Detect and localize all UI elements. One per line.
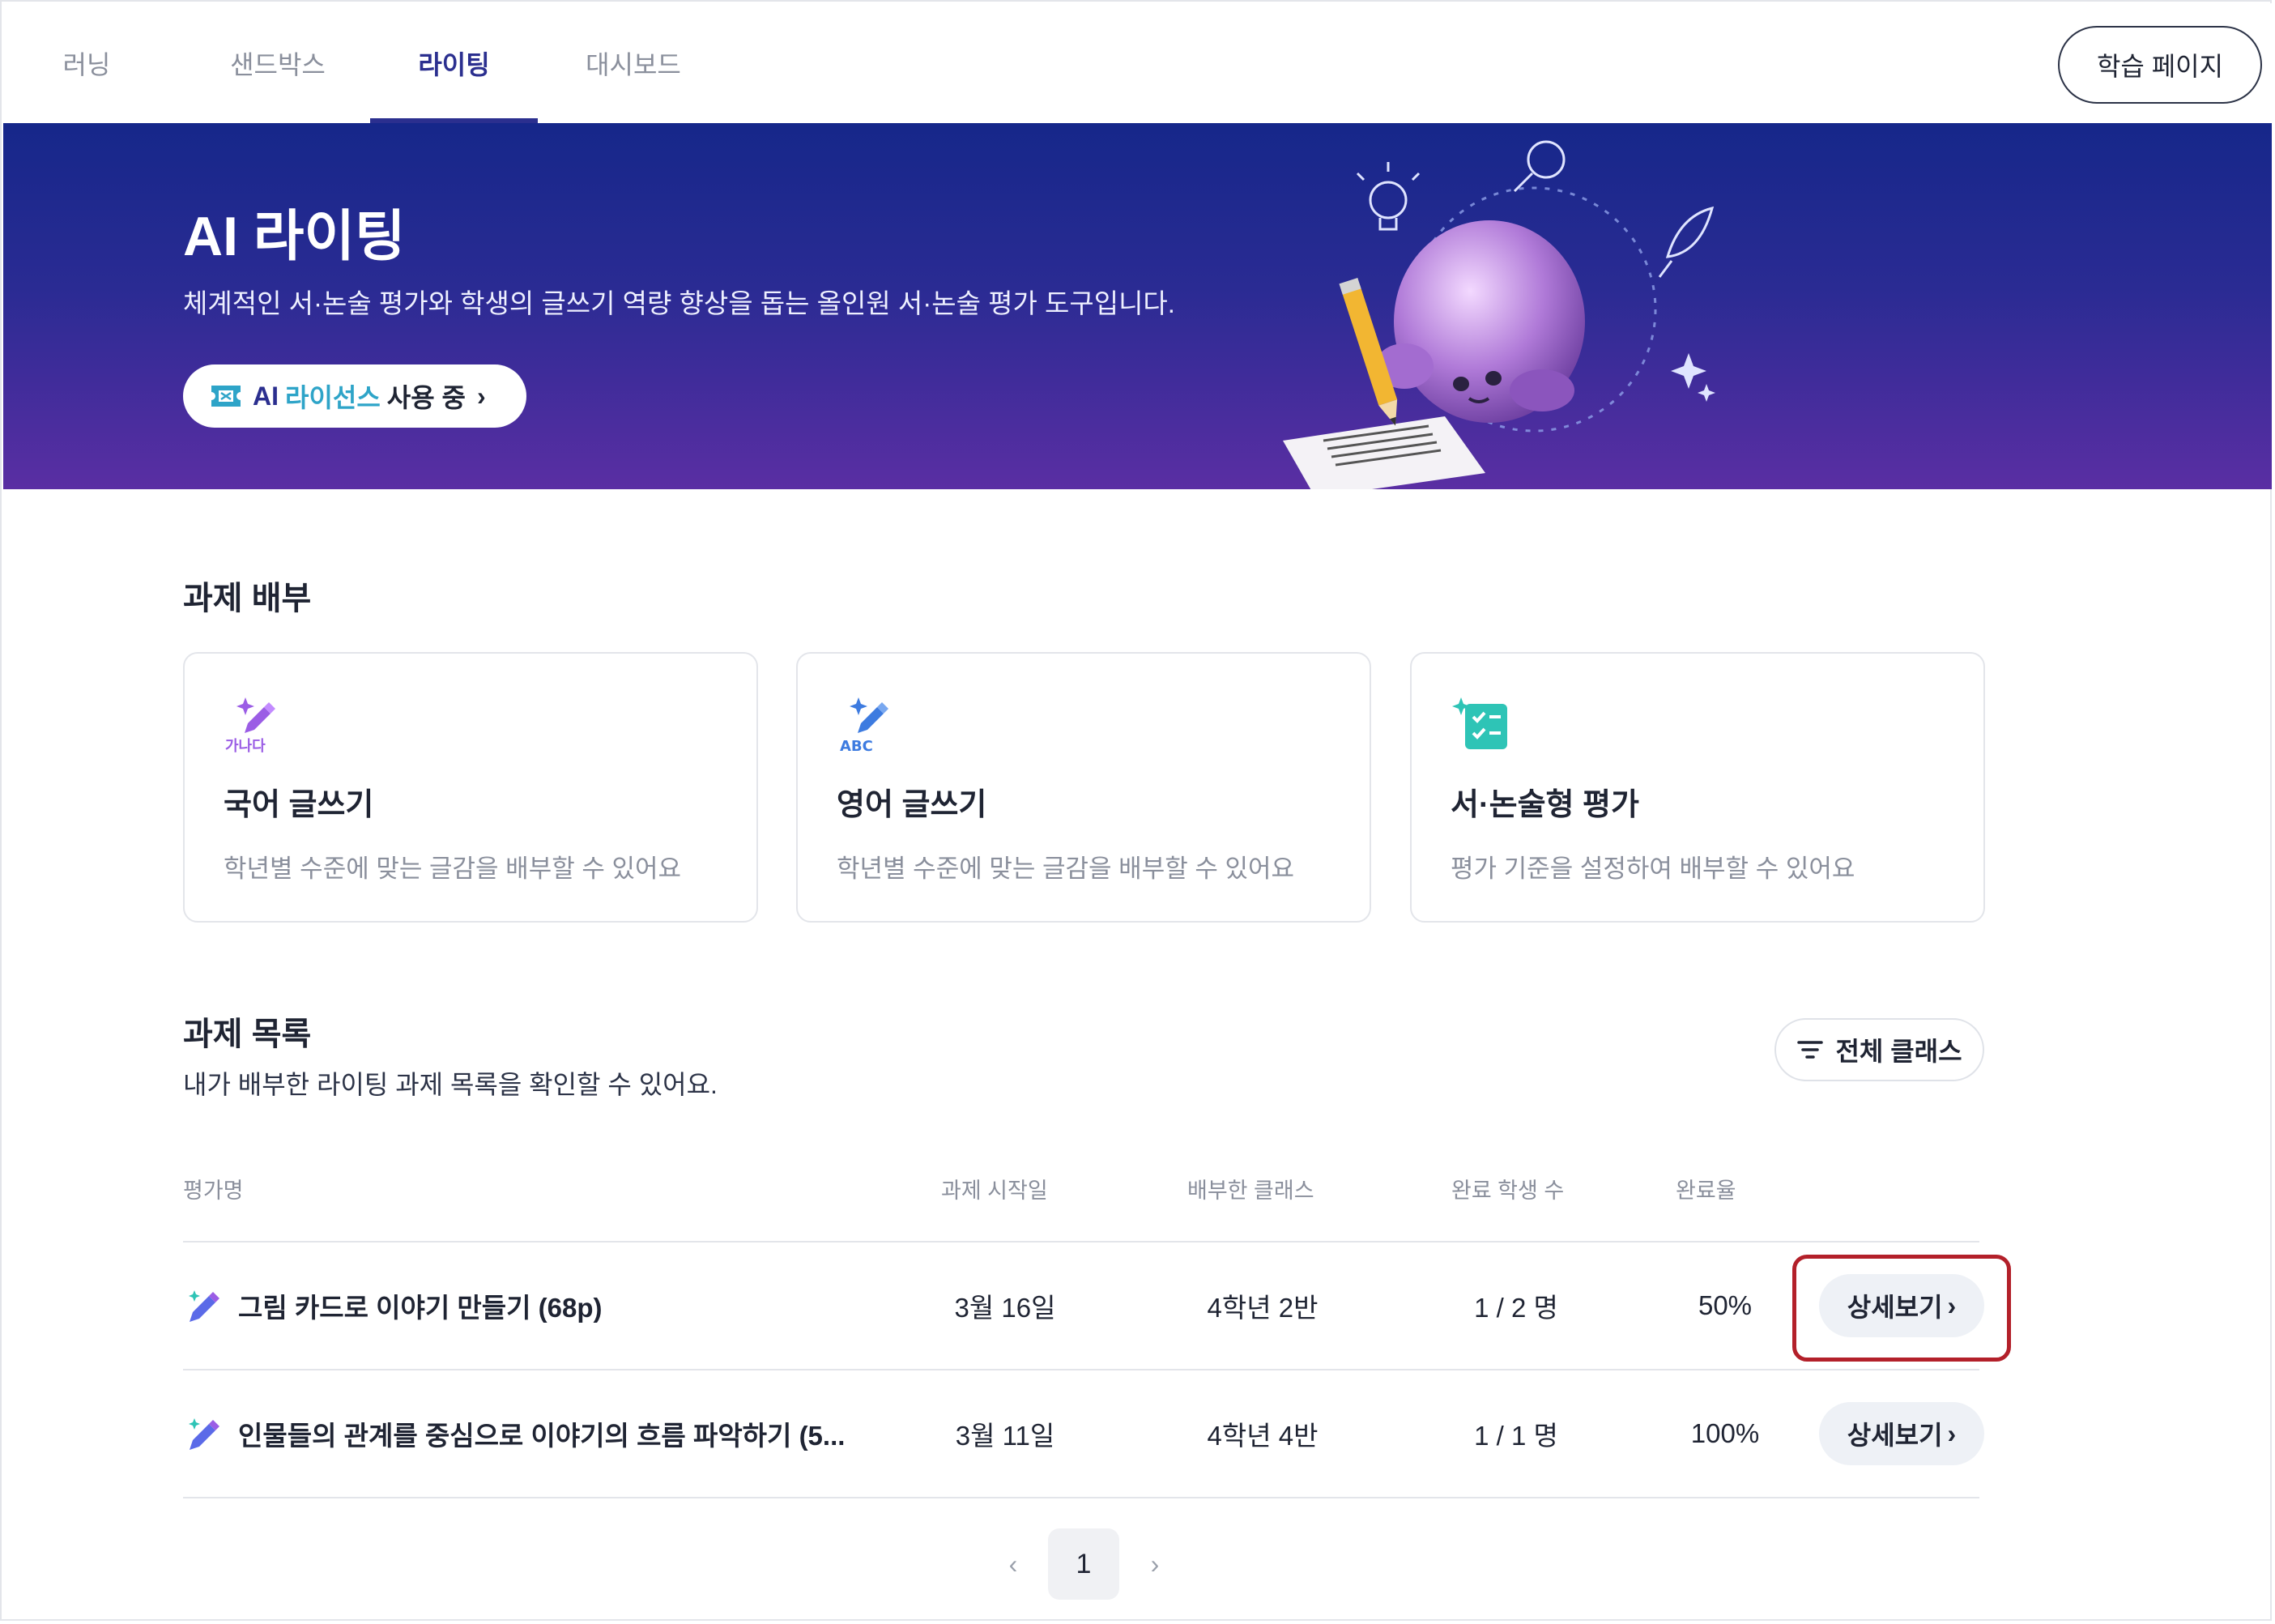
detail-button-label: 상세보기	[1847, 1421, 1943, 1450]
row-name-cell: 인물들의 관계를 중심으로 이야기의 흐름 파악하기 (5...	[183, 1370, 952, 1497]
assign-section-title: 과제 배부	[183, 581, 312, 616]
banner-subtitle: 체계적인 서·논술 평가와 학생의 글쓰기 역량 향상을 돕는 올인원 서·논술…	[183, 288, 1175, 318]
chevron-right-icon: ›	[476, 381, 486, 411]
learn-page-button[interactable]: 학습 페이지	[2058, 26, 2262, 104]
pagination-prev-button[interactable]: ‹	[997, 1528, 1029, 1600]
top-nav: 러닝 샌드박스 라이팅 대시보드 학습 페이지	[3, 3, 2272, 123]
column-header-start-date: 과제 시작일	[941, 1179, 1048, 1203]
ticket-icon	[211, 386, 241, 407]
row-title: 인물들의 관계를 중심으로 이야기의 흐름 파악하기 (5...	[238, 1421, 846, 1451]
column-header-class: 배부한 클래스	[1187, 1179, 1314, 1203]
row-completed-count: 1 / 2 명	[1474, 1293, 1558, 1323]
list-section-title: 과제 목록	[183, 1017, 312, 1052]
tab-dashboard[interactable]: 대시보드	[552, 3, 714, 123]
pen-sparkle-korean-icon: 가나다	[225, 697, 275, 754]
table-divider	[183, 1497, 1979, 1498]
license-status-text: 사용 중	[386, 383, 466, 412]
license-ai-text: AI	[253, 381, 279, 411]
license-text: 라이선스	[285, 383, 381, 412]
mascot-illustration	[1283, 140, 1715, 489]
card-icon-badge: ABC	[840, 738, 873, 754]
detail-button[interactable]: 상세보기 ›	[1819, 1402, 1984, 1465]
highlight-box	[1792, 1255, 2011, 1362]
class-filter-button[interactable]: 전체 클래스	[1774, 1018, 1984, 1081]
row-start-date: 3월 16일	[954, 1293, 1056, 1323]
card-korean-writing[interactable]: 가나다 국어 글쓰기 학년별 수준에 맞는 글감을 배부할 수 있어요	[183, 652, 758, 923]
class-filter-label: 전체 클래스	[1835, 1037, 1962, 1066]
row-completion-rate: 100%	[1690, 1418, 1760, 1448]
card-title: 영어 글쓰기	[837, 788, 987, 822]
pagination-next-button[interactable]: ›	[1139, 1528, 1171, 1600]
card-description: 평가 기준을 설정하여 배부할 수 있어요	[1451, 855, 1855, 883]
row-class: 4학년 2반	[1207, 1293, 1319, 1323]
card-icon-badge: 가나다	[225, 738, 266, 754]
tab-sandbox[interactable]: 샌드박스	[186, 3, 369, 123]
license-status-button[interactable]: AI 라이선스 사용 중 ›	[183, 364, 526, 428]
card-description: 학년별 수준에 맞는 글감을 배부할 수 있어요	[224, 855, 682, 883]
column-header-completed: 완료 학생 수	[1451, 1179, 1565, 1203]
chevron-right-icon: ›	[1947, 1418, 1957, 1448]
row-start-date: 3월 11일	[955, 1421, 1055, 1451]
column-header-name: 평가명	[183, 1179, 244, 1203]
table-row: 그림 카드로 이야기 만들기 (68p) 3월 16일 4학년 2반 1 / 2…	[183, 1243, 1984, 1369]
card-title: 국어 글쓰기	[224, 788, 374, 822]
hero-banner: AI 라이팅 체계적인 서·논술 평가와 학생의 글쓰기 역량 향상을 돕는 올…	[3, 123, 2272, 489]
tab-writing[interactable]: 라이팅	[370, 3, 538, 123]
pagination-page-1[interactable]: 1	[1048, 1528, 1119, 1600]
row-title: 그림 카드로 이야기 만들기 (68p)	[238, 1293, 603, 1323]
card-english-writing[interactable]: ABC 영어 글쓰기 학년별 수준에 맞는 글감을 배부할 수 있어요	[796, 652, 1371, 923]
checklist-sparkle-icon	[1452, 697, 1507, 749]
row-name-cell: 그림 카드로 이야기 만들기 (68p)	[183, 1243, 952, 1369]
column-header-rate: 완료율	[1676, 1179, 1736, 1203]
row-completion-rate: 50%	[1698, 1290, 1753, 1320]
card-title: 서·논술형 평가	[1451, 788, 1639, 822]
pen-sparkle-english-icon: ABC	[840, 697, 888, 754]
row-completed-count: 1 / 1 명	[1474, 1421, 1558, 1451]
card-description: 학년별 수준에 맞는 글감을 배부할 수 있어요	[837, 855, 1295, 883]
row-class: 4학년 4반	[1207, 1421, 1319, 1451]
filter-icon	[1797, 1041, 1824, 1059]
table-row: 인물들의 관계를 중심으로 이야기의 흐름 파악하기 (5... 3월 11일 …	[183, 1370, 1984, 1497]
banner-title: AI 라이팅	[183, 206, 406, 267]
pen-sparkle-icon	[189, 1418, 219, 1450]
tab-running[interactable]: 러닝	[36, 3, 138, 123]
pen-sparkle-icon	[189, 1290, 219, 1322]
list-section-subtitle: 내가 배부한 라이팅 과제 목록을 확인할 수 있어요.	[183, 1070, 718, 1099]
card-essay-evaluation[interactable]: 서·논술형 평가 평가 기준을 설정하여 배부할 수 있어요	[1410, 652, 1985, 923]
